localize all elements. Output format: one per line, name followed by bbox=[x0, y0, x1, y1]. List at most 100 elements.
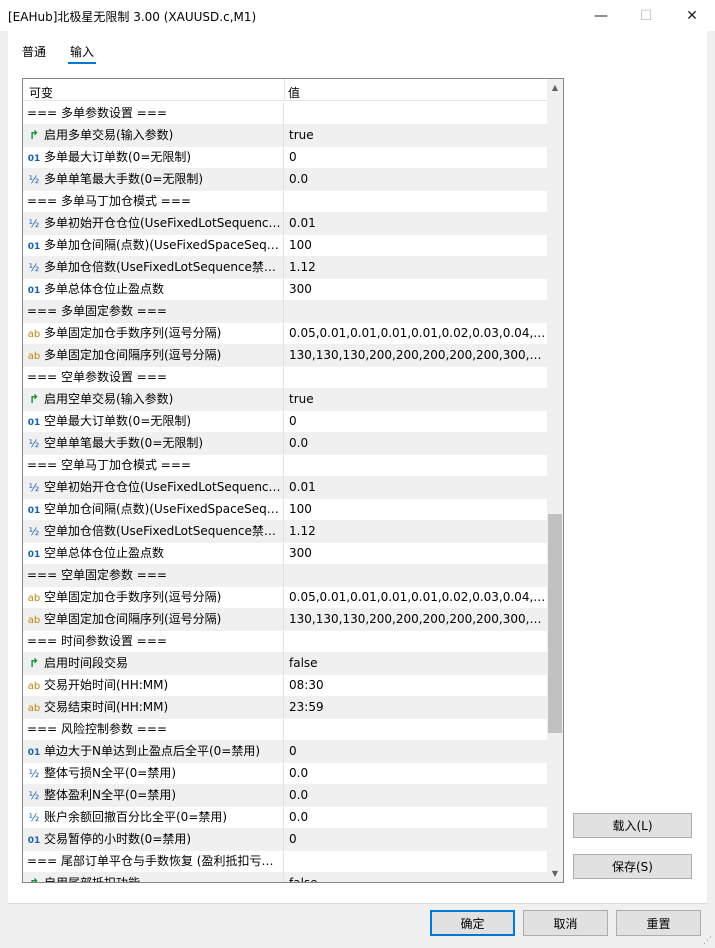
table-row[interactable]: === 空单固定参数 === bbox=[23, 565, 547, 587]
table-row[interactable]: ½ 账户余额回撤百分比全平(0=禁用) 0.0 bbox=[23, 807, 547, 829]
table-row[interactable]: ½ 整体亏损N全平(0=禁用) 0.0 bbox=[23, 763, 547, 785]
scroll-up-icon[interactable]: ▲ bbox=[547, 79, 563, 96]
table-row[interactable]: ab 交易结束时间(HH:MM) 23:59 bbox=[23, 697, 547, 719]
parameter-value-cell[interactable]: 1.12 bbox=[285, 521, 547, 542]
table-row[interactable]: ½ 多单单笔最大手数(0=无限制) 0.0 bbox=[23, 169, 547, 191]
load-button[interactable]: 载入(L) bbox=[573, 813, 692, 838]
table-row[interactable]: ↱ 启用多单交易(输入参数) true bbox=[23, 125, 547, 147]
table-row[interactable]: ↱ 启用空单交易(输入参数) true bbox=[23, 389, 547, 411]
parameter-value-cell[interactable]: 08:30 bbox=[285, 675, 547, 696]
table-row[interactable]: 01 交易暂停的小时数(0=禁用) 0 bbox=[23, 829, 547, 851]
parameter-value-cell[interactable]: 0.0 bbox=[285, 807, 547, 828]
table-row[interactable]: === 空单参数设置 === bbox=[23, 367, 547, 389]
column-header-value[interactable]: 值 bbox=[288, 84, 300, 101]
parameter-value-cell[interactable]: 100 bbox=[285, 499, 547, 520]
close-button[interactable]: ✕ bbox=[669, 0, 715, 31]
minimize-button[interactable]: — bbox=[578, 0, 624, 31]
table-row[interactable]: ½ 空单初始开仓仓位(UseFixedLotSequence... 0.01 bbox=[23, 477, 547, 499]
table-row[interactable]: ↱ 启用时间段交易 false bbox=[23, 653, 547, 675]
parameter-name-cell: === 空单参数设置 === bbox=[23, 367, 284, 388]
column-header-variable[interactable]: 可变 bbox=[29, 84, 53, 101]
parameter-name: === 空单固定参数 === bbox=[27, 568, 167, 582]
parameter-name-cell: === 尾部订单平仓与手数恢复 (盈利抵扣亏损... bbox=[23, 851, 284, 872]
parameter-value-cell[interactable]: 300 bbox=[285, 543, 547, 564]
parameter-value-cell[interactable]: 0 bbox=[285, 829, 547, 850]
maximize-button[interactable]: ☐ bbox=[623, 0, 669, 31]
parameter-value-cell[interactable]: 0.05,0.01,0.01,0.01,0.01,0.02,0.03,0.04,… bbox=[285, 587, 547, 608]
parameter-name: 空单最大订单数(0=无限制) bbox=[44, 414, 192, 428]
table-row[interactable]: 01 空单总体仓位止盈点数 300 bbox=[23, 543, 547, 565]
parameter-value-cell[interactable]: 0.0 bbox=[285, 433, 547, 454]
parameter-value-cell[interactable]: 0.05,0.01,0.01,0.01,0.01,0.02,0.03,0.04,… bbox=[285, 323, 547, 344]
parameter-value-cell[interactable]: 1.12 bbox=[285, 257, 547, 278]
parameter-value-cell[interactable]: false bbox=[285, 653, 547, 674]
parameter-value-cell[interactable]: 0.01 bbox=[285, 213, 547, 234]
vertical-scrollbar[interactable]: ▲ ▼ bbox=[547, 79, 563, 882]
parameter-value-cell[interactable]: 0 bbox=[285, 147, 547, 168]
scroll-down-icon[interactable]: ▼ bbox=[547, 865, 563, 882]
save-button[interactable]: 保存(S) bbox=[573, 854, 692, 879]
parameter-name-cell: ↱ 启用时间段交易 bbox=[23, 653, 284, 674]
scrollbar-thumb[interactable] bbox=[548, 514, 562, 733]
double-icon: ½ bbox=[28, 811, 40, 824]
parameter-value-cell[interactable]: 0.01 bbox=[285, 477, 547, 498]
table-row[interactable]: ab 交易开始时间(HH:MM) 08:30 bbox=[23, 675, 547, 697]
tab-inputs[interactable]: 输入 bbox=[67, 43, 97, 64]
table-row[interactable]: === 尾部订单平仓与手数恢复 (盈利抵扣亏损... bbox=[23, 851, 547, 873]
cancel-button[interactable]: 取消 bbox=[523, 910, 608, 936]
table-row[interactable]: === 风险控制参数 === bbox=[23, 719, 547, 741]
table-row[interactable]: 01 多单加仓间隔(点数)(UseFixedSpaceSequ... 100 bbox=[23, 235, 547, 257]
table-row[interactable]: ab 多单固定加仓间隔序列(逗号分隔) 130,130,130,200,200,20… bbox=[23, 345, 547, 367]
table-row[interactable]: ↱ 启用尾部抵扣功能 false bbox=[23, 873, 547, 882]
table-row[interactable]: ½ 整体盈利N全平(0=禁用) 0.0 bbox=[23, 785, 547, 807]
parameter-name-cell: ↱ 启用多单交易(输入参数) bbox=[23, 125, 284, 146]
grid-header: 可变 值 bbox=[23, 79, 547, 101]
table-row[interactable]: ½ 多单初始开仓仓位(UseFixedLotSequence... 0.01 bbox=[23, 213, 547, 235]
table-row[interactable]: ab 多单固定加仓手数序列(逗号分隔) 0.05,0.01,0.01,0.01,0.… bbox=[23, 323, 547, 345]
parameters-grid[interactable]: 可变 值 === 多单参数设置 === ↱ 启用多单交易(输入参数) true 01 多单… bbox=[22, 78, 564, 883]
parameter-value-cell[interactable]: 23:59 bbox=[285, 697, 547, 718]
parameter-value-cell[interactable]: 0.0 bbox=[285, 785, 547, 806]
table-row[interactable]: === 多单参数设置 === bbox=[23, 103, 547, 125]
parameter-name-cell: ab 交易结束时间(HH:MM) bbox=[23, 697, 284, 718]
table-row[interactable]: ½ 空单单笔最大手数(0=无限制) 0.0 bbox=[23, 433, 547, 455]
parameter-value-cell[interactable]: 0 bbox=[285, 411, 547, 432]
table-row[interactable]: 01 多单总体仓位止盈点数 300 bbox=[23, 279, 547, 301]
table-row[interactable]: 01 多单最大订单数(0=无限制) 0 bbox=[23, 147, 547, 169]
table-row[interactable]: 01 空单最大订单数(0=无限制) 0 bbox=[23, 411, 547, 433]
parameter-name: 多单加仓间隔(点数)(UseFixedSpaceSequ... bbox=[44, 238, 284, 252]
parameter-value-cell[interactable]: false bbox=[285, 873, 547, 882]
table-row[interactable]: ½ 多单加仓倍数(UseFixedLotSequence禁用... 1.12 bbox=[23, 257, 547, 279]
double-icon: ½ bbox=[28, 261, 40, 274]
reset-button[interactable]: 重置 bbox=[616, 910, 701, 936]
table-row[interactable]: === 时间参数设置 === bbox=[23, 631, 547, 653]
table-row[interactable]: === 空单马丁加仓模式 === bbox=[23, 455, 547, 477]
parameter-value-cell[interactable]: 100 bbox=[285, 235, 547, 256]
parameter-value-cell[interactable]: true bbox=[285, 125, 547, 146]
table-row[interactable]: === 多单固定参数 === bbox=[23, 301, 547, 323]
parameter-name-cell: 01 单边大于N单达到止盈点后全平(0=禁用) bbox=[23, 741, 284, 762]
resize-grip-icon[interactable]: ⋰ bbox=[703, 936, 713, 946]
parameter-name-cell: === 时间参数设置 === bbox=[23, 631, 284, 652]
parameter-value-cell[interactable]: 0.0 bbox=[285, 169, 547, 190]
tab-bar: 普通 输入 bbox=[8, 31, 707, 65]
table-row[interactable]: ab 空单固定加仓手数序列(逗号分隔) 0.05,0.01,0.01,0.01,0.… bbox=[23, 587, 547, 609]
tab-common[interactable]: 普通 bbox=[22, 43, 46, 60]
table-row[interactable]: === 多单马丁加仓模式 === bbox=[23, 191, 547, 213]
parameter-value-cell[interactable]: 130,130,130,200,200,200,200,200,300,300,… bbox=[285, 345, 547, 366]
parameter-value-cell[interactable]: 130,130,130,200,200,200,200,200,300,300,… bbox=[285, 609, 547, 630]
parameter-name: 账户余额回撤百分比全平(0=禁用) bbox=[44, 810, 228, 824]
parameter-value-cell[interactable]: 300 bbox=[285, 279, 547, 300]
string-icon: ab bbox=[27, 351, 41, 362]
window-title: [EAHub]北极星无限制 3.00 (XAUUSD.c,M1) bbox=[8, 10, 257, 24]
parameter-name: 交易结束时间(HH:MM) bbox=[44, 700, 169, 714]
table-row[interactable]: 01 空单加仓间隔(点数)(UseFixedSpaceSequ... 100 bbox=[23, 499, 547, 521]
parameter-value-cell[interactable]: 0 bbox=[285, 741, 547, 762]
parameter-value-cell[interactable]: true bbox=[285, 389, 547, 410]
table-row[interactable]: 01 单边大于N单达到止盈点后全平(0=禁用) 0 bbox=[23, 741, 547, 763]
table-row[interactable]: ½ 空单加仓倍数(UseFixedLotSequence禁用... 1.12 bbox=[23, 521, 547, 543]
parameter-value-cell[interactable]: 0.0 bbox=[285, 763, 547, 784]
parameter-name: === 风险控制参数 === bbox=[27, 722, 167, 736]
table-row[interactable]: ab 空单固定加仓间隔序列(逗号分隔) 130,130,130,200,200,20… bbox=[23, 609, 547, 631]
ok-button[interactable]: 确定 bbox=[430, 910, 515, 936]
